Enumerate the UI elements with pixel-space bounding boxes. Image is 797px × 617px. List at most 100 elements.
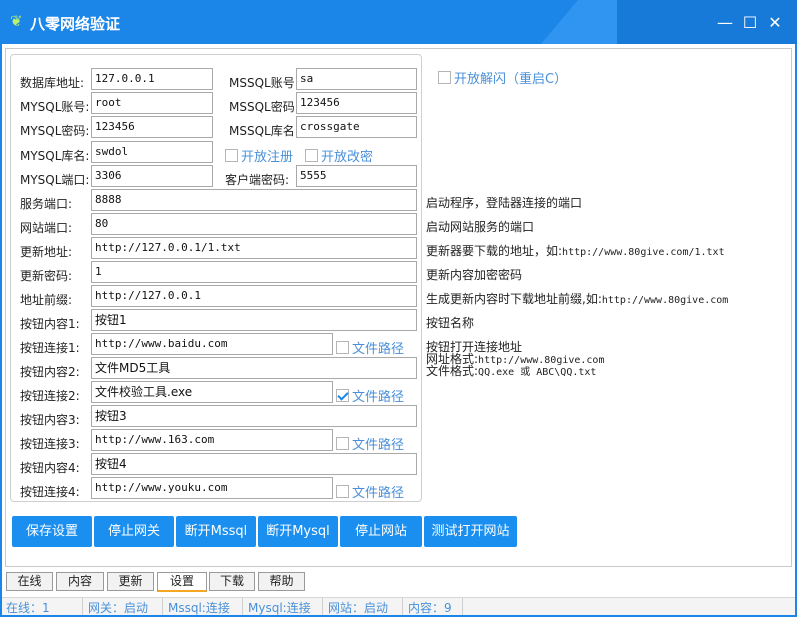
service-port-label: 服务端口: — [20, 197, 73, 211]
stop-gateway-button[interactable]: 停止网关 — [94, 516, 174, 547]
mysql-port-label: MYSQL端口: — [20, 173, 90, 187]
open-register-checkbox[interactable]: 开放注册 — [225, 146, 293, 165]
open-flash-checkbox[interactable]: 开放解闪（重启C） — [438, 68, 567, 87]
button4-link-input[interactable]: http://www.youku.com — [91, 477, 333, 499]
client-password-label: 客户端密码: — [225, 173, 290, 187]
status-divider — [162, 598, 163, 615]
mysql-port-input[interactable]: 3306 — [91, 165, 213, 187]
maximize-button[interactable]: ☐ — [741, 14, 759, 32]
mssql-db-label: MSSQL库名: — [229, 124, 299, 138]
file-path-label: 文件路径 — [352, 486, 405, 501]
button1-content-input[interactable]: 按钮1 — [91, 309, 417, 331]
button4-content-input[interactable]: 按钮4 — [91, 453, 417, 475]
button2-content-label: 按钮内容2: — [20, 365, 80, 379]
mysql-password-input[interactable]: 123456 — [91, 116, 213, 138]
status-gateway: 网关：启动 — [88, 601, 149, 615]
file-format-hint: 文件格式:QQ.exe 或 ABC\QQ.txt — [426, 362, 596, 379]
mysql-password-label: MYSQL密码: — [20, 124, 90, 138]
update-url-label: 更新地址: — [20, 245, 73, 259]
button4-link-label: 按钮连接4: — [20, 485, 80, 499]
tab-update[interactable]: 更新 — [107, 572, 154, 591]
checkbox-icon — [336, 437, 349, 450]
button3-content-label: 按钮内容3: — [20, 413, 80, 427]
url-prefix-hint-url: http://www.80give.com — [601, 295, 729, 306]
status-website: 网站：启动 — [328, 601, 389, 615]
status-mysql: Mysql:连接 — [248, 601, 311, 615]
test-website-button[interactable]: 测试打开网站 — [424, 516, 517, 547]
file-format-label: 文件格式: — [426, 364, 479, 378]
checkbox-icon — [336, 485, 349, 498]
file-path-label: 文件路径 — [352, 342, 405, 357]
mysql-account-label: MYSQL账号: — [20, 100, 90, 114]
button4-file-path-checkbox[interactable]: 文件路径 — [336, 482, 404, 501]
mysql-db-label: MYSQL库名: — [20, 149, 90, 163]
button2-link-input[interactable]: 文件校验工具.exe — [91, 381, 333, 403]
mysql-account-input[interactable]: root — [91, 92, 213, 114]
status-mssql: Mssql:连接 — [168, 601, 230, 615]
button3-file-path-checkbox[interactable]: 文件路径 — [336, 434, 404, 453]
web-port-input[interactable]: 80 — [91, 213, 417, 235]
file-path-label: 文件路径 — [352, 390, 405, 405]
button2-link-label: 按钮连接2: — [20, 389, 80, 403]
close-button[interactable]: ✕ — [766, 14, 784, 32]
checkbox-icon — [438, 71, 451, 84]
button2-content-input[interactable]: 文件MD5工具 — [91, 357, 417, 379]
open-change-password-checkbox[interactable]: 开放改密 — [305, 146, 373, 165]
tab-online[interactable]: 在线 — [6, 572, 53, 591]
status-bar: 在线：1 网关：启动 Mssql:连接 Mysql:连接 网站：启动 内容：9 — [2, 597, 795, 615]
update-password-input[interactable]: 1 — [91, 261, 417, 283]
db-address-input[interactable]: 127.0.0.1 — [91, 68, 213, 90]
status-divider — [82, 598, 83, 615]
mssql-password-label: MSSQL密码: — [229, 100, 299, 114]
url-prefix-input[interactable]: http://127.0.0.1 — [91, 285, 417, 307]
button1-file-path-checkbox[interactable]: 文件路径 — [336, 338, 404, 357]
mssql-password-input[interactable]: 123456 — [296, 92, 417, 114]
mysql-db-input[interactable]: swdol — [91, 141, 213, 163]
service-port-input[interactable]: 8888 — [91, 189, 417, 211]
open-change-password-label: 开放改密 — [321, 150, 374, 165]
open-flash-label: 开放解闪（重启C） — [454, 72, 568, 87]
update-url-input[interactable]: http://127.0.0.1/1.txt — [91, 237, 417, 259]
file-format-value: QQ.exe 或 ABC\QQ.txt — [478, 367, 597, 378]
tab-download[interactable]: 下载 — [209, 572, 255, 591]
disconnect-mysql-button[interactable]: 断开Mysql — [258, 516, 338, 547]
button-name-hint: 按钮名称 — [426, 316, 475, 330]
service-port-hint: 启动程序，登陆器连接的端口 — [426, 196, 583, 210]
status-divider — [242, 598, 243, 615]
client-password-input[interactable]: 5555 — [296, 165, 417, 187]
mssql-db-input[interactable]: crossgate — [296, 116, 417, 138]
tab-settings[interactable]: 设置 — [157, 572, 207, 592]
url-prefix-hint-text: 生成更新内容时下载地址前缀,如: — [426, 292, 602, 306]
status-divider — [402, 598, 403, 615]
checkbox-icon — [305, 149, 318, 162]
status-online: 在线：1 — [6, 601, 50, 615]
update-url-hint-text: 更新器要下载的地址，如: — [426, 244, 563, 258]
mssql-account-input[interactable]: sa — [296, 68, 417, 90]
update-password-hint: 更新内容加密密码 — [426, 268, 523, 282]
open-register-label: 开放注册 — [241, 150, 294, 165]
web-port-label: 网站端口: — [20, 221, 73, 235]
save-settings-button[interactable]: 保存设置 — [12, 516, 92, 547]
button3-content-input[interactable]: 按钮3 — [91, 405, 417, 427]
update-password-label: 更新密码: — [20, 269, 73, 283]
button3-link-label: 按钮连接3: — [20, 437, 80, 451]
button1-content-label: 按钮内容1: — [20, 317, 80, 331]
checkbox-icon — [225, 149, 238, 162]
status-content: 内容：9 — [408, 601, 452, 615]
update-url-hint-url: http://www.80give.com/1.txt — [562, 247, 725, 258]
disconnect-mssql-button[interactable]: 断开Mssql — [176, 516, 256, 547]
db-address-label: 数据库地址: — [20, 76, 85, 90]
minimize-button[interactable]: — — [716, 14, 734, 32]
button4-content-label: 按钮内容4: — [20, 461, 80, 475]
tab-help[interactable]: 帮助 — [258, 572, 305, 591]
stop-website-button[interactable]: 停止网站 — [340, 516, 422, 547]
button3-link-input[interactable]: http://www.163.com — [91, 429, 333, 451]
title-bar[interactable]: ❦ 八零网络验证 — ☐ ✕ — [0, 0, 797, 44]
button1-link-label: 按钮连接1: — [20, 341, 80, 355]
url-prefix-label: 地址前缀: — [20, 293, 73, 307]
button1-link-input[interactable]: http://www.baidu.com — [91, 333, 333, 355]
checkbox-checked-icon — [336, 389, 349, 402]
button2-file-path-checkbox[interactable]: 文件路径 — [336, 386, 404, 405]
tab-content[interactable]: 内容 — [56, 572, 104, 591]
url-prefix-hint: 生成更新内容时下载地址前缀,如:http://www.80give.com — [426, 290, 728, 307]
